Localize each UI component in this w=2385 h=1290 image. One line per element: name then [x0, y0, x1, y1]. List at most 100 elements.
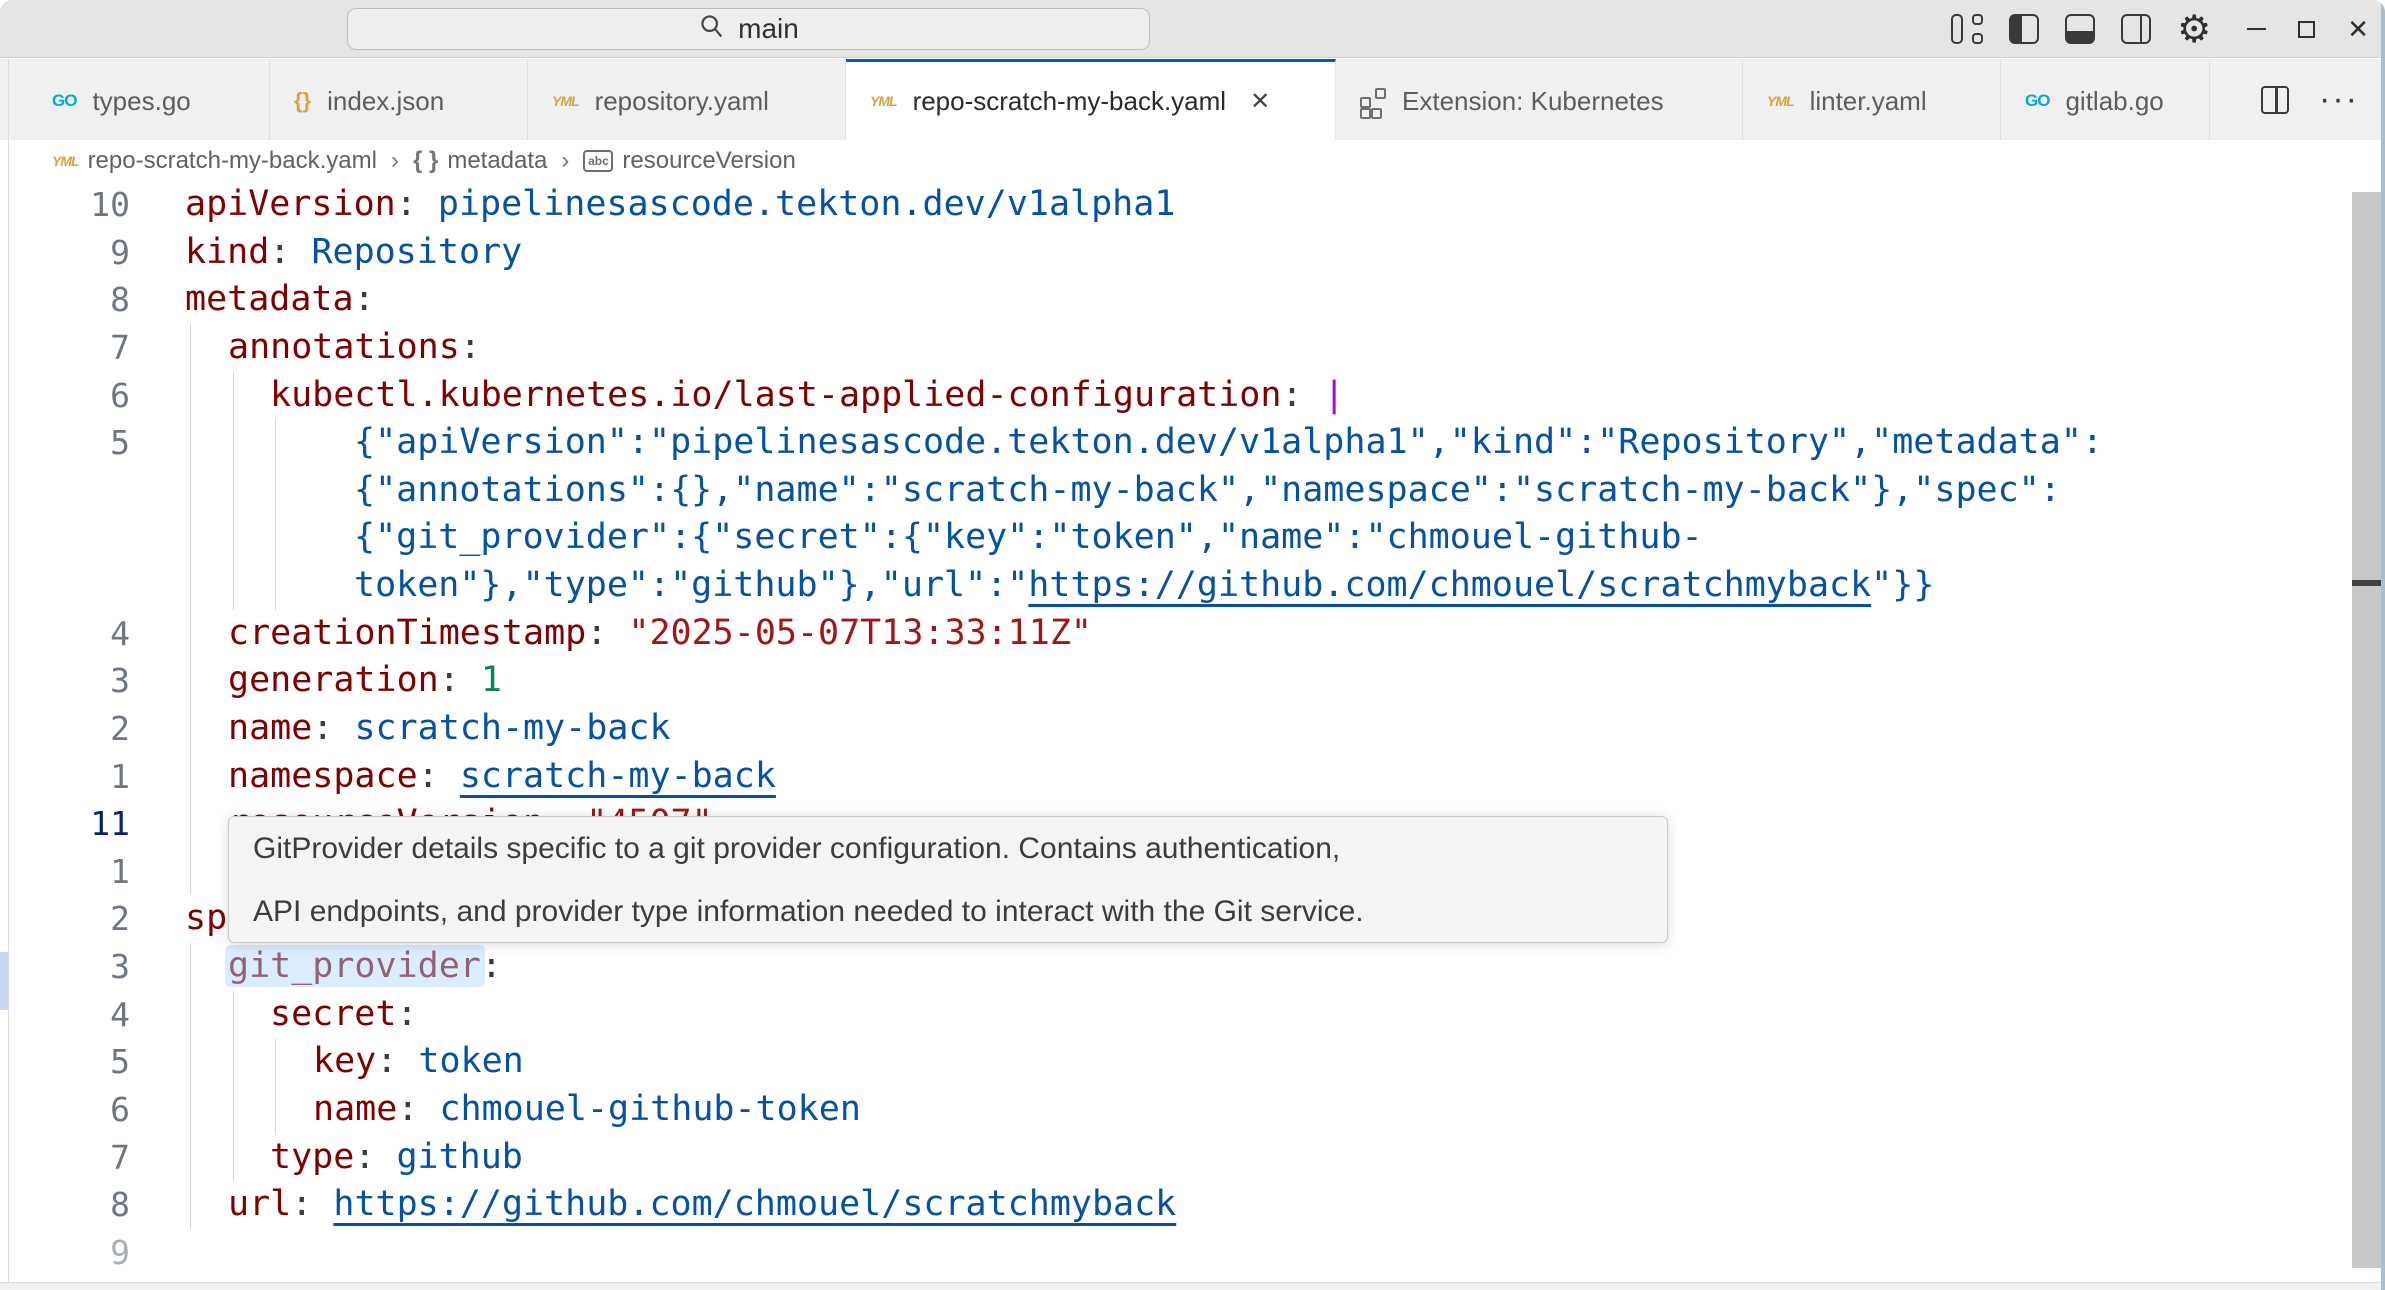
- code-line[interactable]: 8url: https://github.com/chmouel/scratch…: [0, 1181, 2352, 1229]
- tab-close-icon[interactable]: ✕: [1250, 87, 1270, 116]
- tab-index-json[interactable]: {}index.json: [270, 59, 528, 140]
- code-line[interactable]: {"git_provider":{"secret":{"key":"token"…: [0, 514, 2352, 562]
- indent-guide: [233, 1038, 234, 1086]
- indent-guide: [233, 991, 234, 1039]
- code-token: key: [313, 1041, 376, 1081]
- minimize-icon[interactable]: [2237, 28, 2266, 31]
- line-number: 2: [0, 705, 130, 753]
- tab-gitlab-go[interactable]: GOgitlab.go: [2001, 59, 2210, 140]
- window-right-edge: [2381, 0, 2385, 1290]
- code-token: name: [228, 708, 312, 748]
- indent-guide: [190, 324, 191, 372]
- line-number: 7: [0, 324, 130, 372]
- indent-guide: [190, 1181, 191, 1229]
- indent-guide: [190, 991, 191, 1039]
- code-line[interactable]: 3git_provider:: [0, 943, 2352, 991]
- code-link[interactable]: https://github.com/chmouel/scratchmyback: [1028, 565, 1871, 605]
- code-line[interactable]: {"annotations":{},"name":"scratch-my-bac…: [0, 467, 2352, 515]
- code-token: annotations: [228, 327, 460, 367]
- json-file-icon: {}: [294, 88, 311, 114]
- line-number: 3: [0, 943, 130, 991]
- tab-repo-scratch-my-back-yaml[interactable]: YMLrepo-scratch-my-back.yaml✕: [846, 59, 1336, 140]
- yaml-file-icon: YML: [870, 93, 897, 109]
- layout-panels-icon[interactable]: [1951, 14, 1983, 44]
- command-center-search[interactable]: main: [347, 8, 1150, 50]
- code-link[interactable]: https://github.com/chmouel/scratchmyback: [333, 1184, 1176, 1224]
- symbol-object-icon: { }: [413, 147, 438, 175]
- tab-linter-yaml[interactable]: YMLlinter.yaml: [1743, 59, 2001, 140]
- code-line[interactable]: token"},"type":"github"},"url":"https://…: [0, 562, 2352, 610]
- toggle-primary-sidebar-icon[interactable]: [2009, 14, 2039, 44]
- tab-extension-kubernetes[interactable]: Extension: Kubernetes: [1336, 59, 1743, 140]
- indent-guide: [233, 562, 234, 610]
- code-token: :: [354, 1137, 396, 1177]
- code-token: kubectl.kubernetes.io/last-applied-confi…: [270, 375, 1281, 415]
- indent-guide: [190, 657, 191, 705]
- go-file-icon: GO: [52, 91, 76, 111]
- bottom-border-strip: [0, 1282, 2385, 1290]
- code-area[interactable]: 10apiVersion: pipelinesascode.tekton.dev…: [0, 181, 2352, 1276]
- line-number: 8: [0, 1181, 130, 1229]
- code-token: metadata: [185, 279, 354, 319]
- indent-guide: [190, 419, 191, 467]
- code-line[interactable]: 5key: token: [0, 1038, 2352, 1086]
- code-line[interactable]: 7type: github: [0, 1134, 2352, 1182]
- more-actions-icon[interactable]: ···: [2319, 93, 2359, 107]
- indent-guide: [190, 1134, 191, 1182]
- yaml-file-icon: YML: [552, 93, 579, 109]
- settings-gear-icon[interactable]: ⚙: [2177, 10, 2211, 48]
- vertical-scrollbar-thumb[interactable]: [2352, 192, 2381, 1268]
- extension-icon: [1360, 88, 1386, 114]
- tab-repository-yaml[interactable]: YML repository.yaml: [528, 59, 846, 140]
- breadcrumb-item-metadata[interactable]: { }metadata: [413, 147, 547, 175]
- line-number: 8: [0, 276, 130, 324]
- code-token: "}}: [1871, 565, 1934, 605]
- code-token: type: [270, 1137, 354, 1177]
- code-line[interactable]: 10apiVersion: pipelinesascode.tekton.dev…: [0, 181, 2352, 229]
- indent-guide: [275, 562, 276, 610]
- tab-label: repository.yaml: [595, 86, 769, 117]
- code-line[interactable]: 7annotations:: [0, 324, 2352, 372]
- code-line[interactable]: 9: [0, 1229, 2352, 1277]
- code-line[interactable]: 5{"apiVersion":"pipelinesascode.tekton.d…: [0, 419, 2352, 467]
- code-token: {"git_provider":{"secret":{"key":"token"…: [354, 517, 1703, 557]
- breadcrumb-separator: ›: [387, 147, 403, 175]
- indent-guide: [233, 372, 234, 420]
- code-line[interactable]: 1namespace: scratch-my-back: [0, 753, 2352, 801]
- code-line[interactable]: 6name: chmouel-github-token: [0, 1086, 2352, 1134]
- breadcrumb-item-resourceversion[interactable]: abcresourceVersion: [583, 147, 795, 175]
- code-token: :: [312, 708, 354, 748]
- code-token: github: [396, 1137, 522, 1177]
- maximize-icon[interactable]: [2292, 21, 2315, 38]
- code-line[interactable]: 4secret:: [0, 991, 2352, 1039]
- toggle-secondary-sidebar-icon[interactable]: [2121, 14, 2151, 44]
- code-line[interactable]: 8metadata:: [0, 276, 2352, 324]
- code-line[interactable]: 2 name: scratch-my-back: [0, 705, 2352, 753]
- tab-label: types.go: [92, 86, 190, 117]
- indent-guide: [190, 562, 191, 610]
- code-line[interactable]: 4creationTimestamp: "2025-05-07T13:33:11…: [0, 610, 2352, 658]
- tab-types-go[interactable]: GO types.go: [28, 59, 270, 140]
- code-token: :: [586, 613, 628, 653]
- code-line[interactable]: 6kubectl.kubernetes.io/last-applied-conf…: [0, 372, 2352, 420]
- code-token: :: [396, 994, 417, 1034]
- split-editor-icon[interactable]: [2261, 86, 2289, 114]
- line-number: 9: [0, 229, 130, 277]
- code-line[interactable]: 3generation: 1: [0, 657, 2352, 705]
- code-token: token"},"type":"github"},"url":": [354, 565, 1028, 605]
- tab-label: linter.yaml: [1810, 86, 1927, 117]
- line-number: 5: [0, 419, 130, 467]
- code-token: :: [376, 1041, 418, 1081]
- toggle-panel-icon[interactable]: [2065, 14, 2095, 44]
- code-token: scratch-my-back: [354, 708, 670, 748]
- tooltip-line-1: GitProvider details specific to a git pr…: [253, 817, 1643, 880]
- breadcrumb-item-repo-scratch-my-back-yaml[interactable]: YMLrepo-scratch-my-back.yaml: [52, 147, 377, 175]
- indent-guide: [190, 848, 191, 896]
- code-link[interactable]: scratch-my-back: [460, 756, 776, 796]
- titlebar-actions: ⚙ ✕: [1951, 0, 2369, 58]
- close-window-icon[interactable]: ✕: [2341, 16, 2369, 42]
- code-token: chmouel-github-token: [439, 1089, 860, 1129]
- code-token: :: [1281, 375, 1323, 415]
- code-token: 1: [481, 660, 502, 700]
- code-line[interactable]: 9kind: Repository: [0, 229, 2352, 277]
